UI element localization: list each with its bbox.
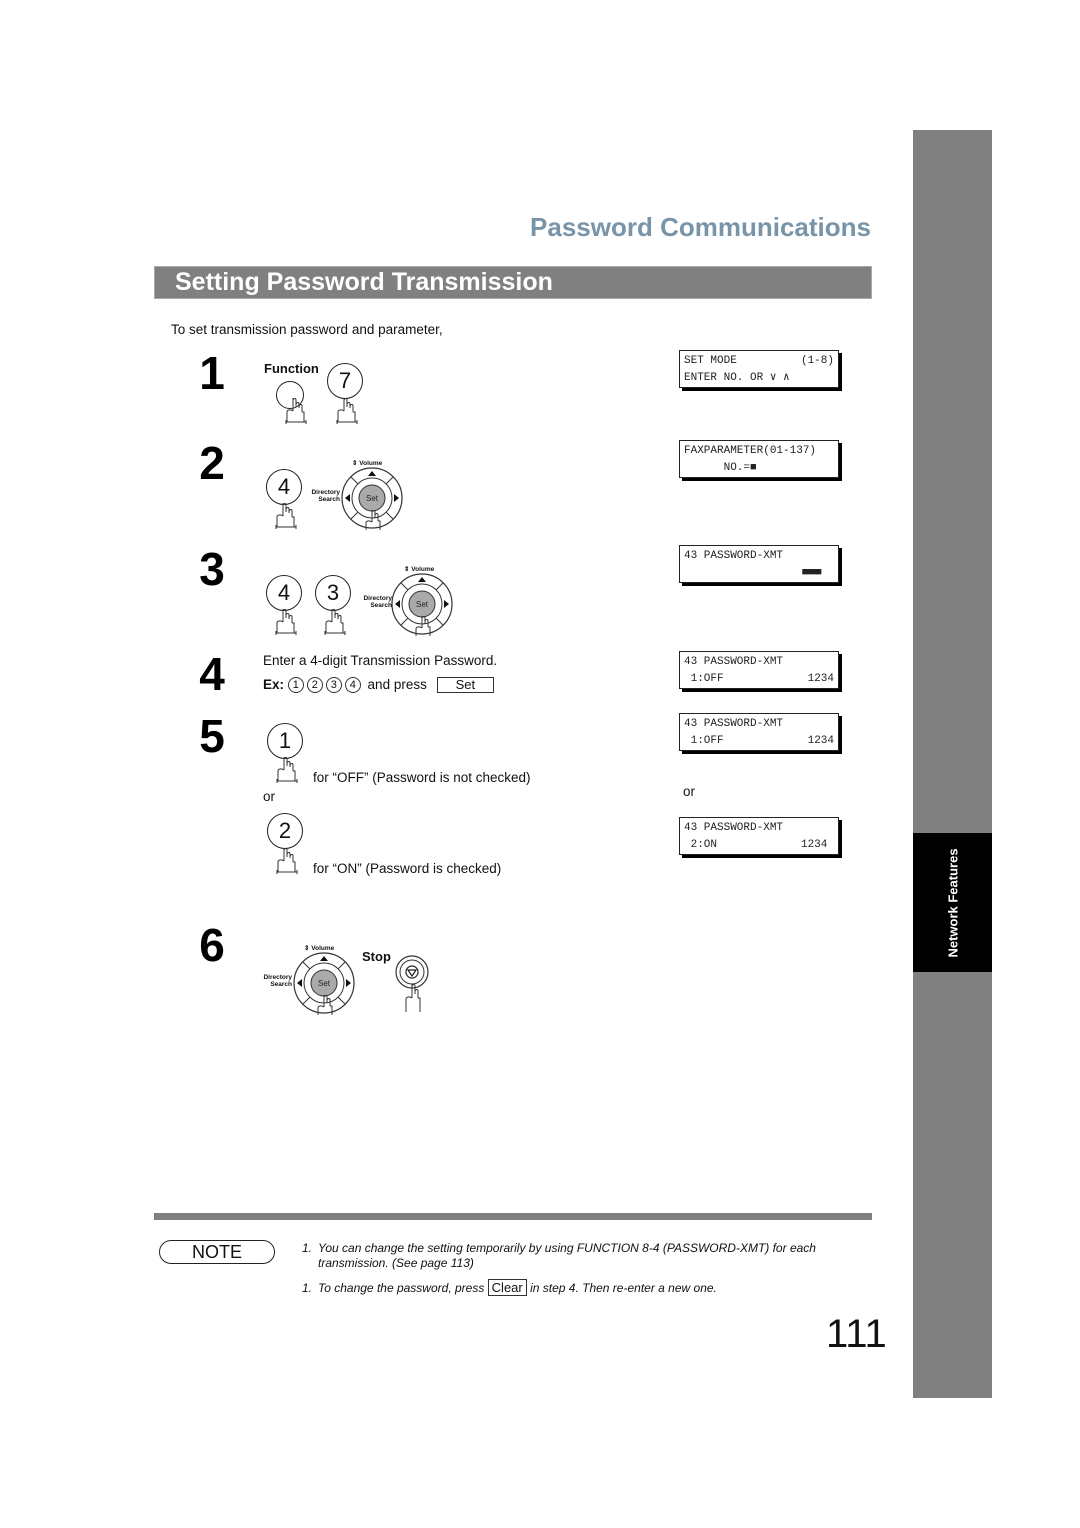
set-dpad[interactable] <box>390 572 454 636</box>
step-number: 1 <box>199 347 225 399</box>
lcd-display: 43 PASSWORD-XMT ■■■■ <box>679 545 839 583</box>
set-dpad[interactable] <box>292 951 356 1015</box>
note-item: 1. To change the password, press Clear in… <box>302 1279 717 1296</box>
page-number: 111 <box>826 1312 887 1356</box>
key-7[interactable]: 7 <box>327 363 363 399</box>
key-2[interactable]: 2 <box>267 813 303 849</box>
chapter-tab-label: Network Features <box>945 847 960 958</box>
key-4[interactable]: 4 <box>266 575 302 611</box>
note-label: NOTE <box>159 1240 275 1264</box>
step4-example: Ex: 1234 and press Set <box>263 677 495 694</box>
set-dpad[interactable] <box>340 466 404 530</box>
finger-press-icon <box>276 848 298 874</box>
directory-search-label: Directory Search <box>363 595 392 609</box>
digit-4: 4 <box>344 677 361 694</box>
step4-instruction: Enter a 4-digit Transmission Password. <box>263 653 498 668</box>
key-3[interactable]: 3 <box>315 575 351 611</box>
finger-press-icon <box>336 398 358 424</box>
key-4[interactable]: 4 <box>266 469 302 505</box>
set-button[interactable]: Set <box>436 677 495 693</box>
step-number: 5 <box>199 710 225 762</box>
finger-press-icon <box>285 398 307 424</box>
stop-key-caption: Stop <box>362 949 391 964</box>
lcd-display: 43 PASSWORD-XMT 1:OFF 1234 <box>679 651 839 689</box>
lcd-display: SET MODE (1-8) ENTER NO. OR ∨ ∧ <box>679 350 839 388</box>
option-off-text: for “OFF” (Password is not checked) <box>313 770 531 785</box>
directory-search-label: Directory Search <box>263 974 292 988</box>
directory-search-label: Directory Search <box>311 489 340 503</box>
stop-button[interactable] <box>394 954 430 1014</box>
step-number: 3 <box>199 543 225 595</box>
bottom-rule <box>154 1213 872 1220</box>
option-on-text: for “ON” (Password is checked) <box>313 861 502 876</box>
or-text: or <box>263 789 276 804</box>
function-key-caption: Function <box>264 361 319 376</box>
note-item: 1. You can change the setting temporarily… <box>302 1241 816 1270</box>
key-1[interactable]: 1 <box>267 723 303 759</box>
chapter-tab[interactable]: Network Features <box>913 833 992 972</box>
page-header-bar: Setting Password Transmission <box>154 266 872 299</box>
finger-press-icon <box>275 609 297 635</box>
lcd-display: 43 PASSWORD-XMT 2:ON 1234 <box>679 817 839 855</box>
clear-button[interactable]: Clear <box>487 1279 527 1296</box>
section-title: Password Communications <box>530 212 871 242</box>
finger-press-icon <box>276 757 298 783</box>
digit-3: 3 <box>325 677 342 694</box>
and-press-text: and press <box>367 677 427 692</box>
step-number: 4 <box>199 648 225 700</box>
lcd-display: 43 PASSWORD-XMT 1:OFF 1234 <box>679 713 839 751</box>
intro-text: To set transmission password and paramet… <box>171 322 443 337</box>
finger-press-icon <box>324 609 346 635</box>
digit-2: 2 <box>306 677 323 694</box>
page-title: Setting Password Transmission <box>175 268 553 296</box>
finger-press-icon <box>275 503 297 529</box>
step-number: 6 <box>199 919 225 971</box>
lcd-or-text: or <box>683 784 696 799</box>
digit-1: 1 <box>287 677 304 694</box>
ex-label: Ex: <box>263 677 285 692</box>
step-number: 2 <box>199 437 225 489</box>
lcd-display: FAXPARAMETER(01-137) NO.=■ <box>679 440 839 478</box>
side-strip <box>913 130 992 1398</box>
